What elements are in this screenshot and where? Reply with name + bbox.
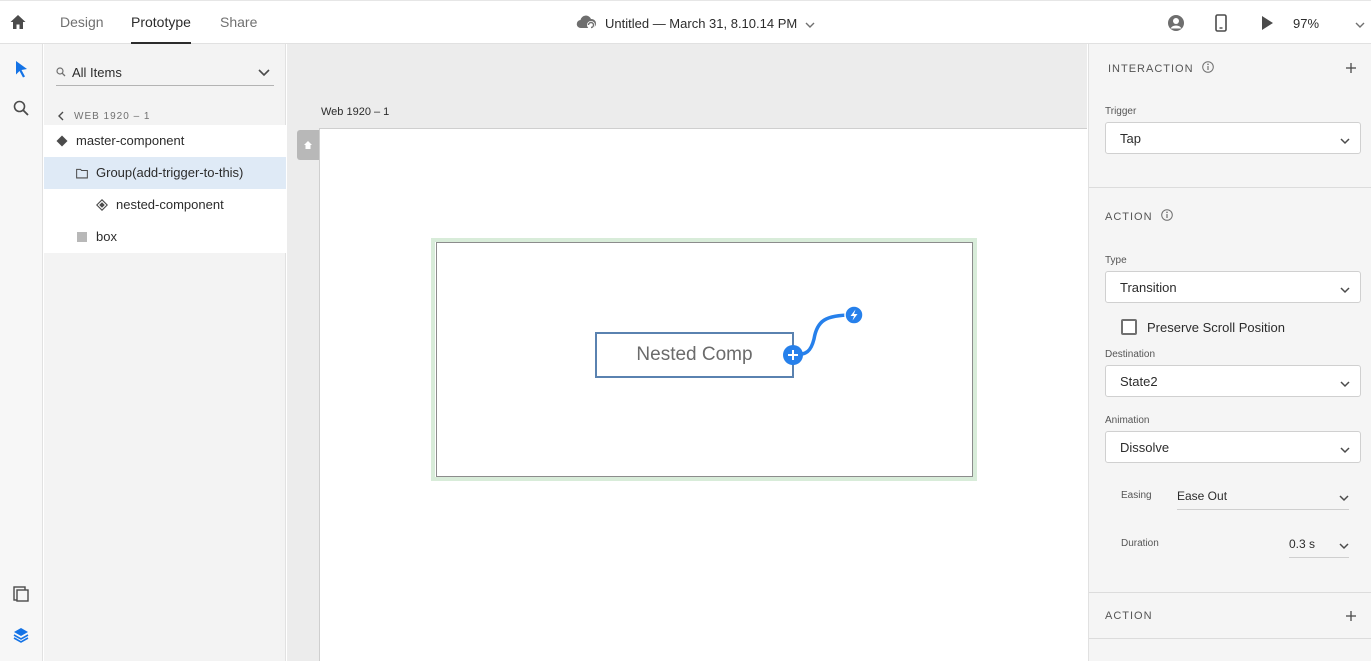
- layer-item-master-component[interactable]: master-component: [44, 125, 286, 157]
- checkbox[interactable]: [1121, 319, 1137, 335]
- device-preview-icon[interactable]: [1212, 13, 1230, 33]
- trigger-dropdown[interactable]: Tap: [1105, 122, 1361, 154]
- preserve-scroll-label: Preserve Scroll Position: [1147, 319, 1285, 335]
- document-title[interactable]: Untitled — March 31, 8.10.14 PM: [576, 13, 815, 33]
- section-title-text: ACTION: [1105, 610, 1153, 622]
- easing-value: Ease Out: [1177, 488, 1228, 503]
- layers-icon[interactable]: [11, 625, 31, 645]
- action2-section-title: ACTION: [1105, 610, 1153, 622]
- nested-component-text: Nested Comp: [636, 344, 753, 365]
- destination-value: State2: [1120, 373, 1158, 389]
- duration-dropdown[interactable]: 0.3 s: [1289, 530, 1349, 558]
- trigger-label: Trigger: [1105, 106, 1137, 117]
- zoom-select[interactable]: 97%: [1293, 13, 1365, 33]
- divider: [1089, 187, 1371, 188]
- home-icon[interactable]: [8, 12, 28, 32]
- layers-panel: All Items WEB 1920 – 1 master-component …: [44, 44, 286, 661]
- layer-item-box[interactable]: box: [44, 221, 286, 253]
- cloud-sync-icon: [576, 14, 597, 33]
- left-toolbar: [0, 44, 43, 661]
- search-icon[interactable]: [11, 98, 31, 118]
- nested-component-instance[interactable]: Nested Comp: [595, 332, 794, 378]
- chevron-down-icon: [1340, 133, 1350, 148]
- play-icon[interactable]: [1258, 13, 1276, 33]
- rectangle-icon: [76, 231, 88, 243]
- animation-value: Dissolve: [1120, 439, 1170, 455]
- search-icon: [56, 65, 66, 80]
- trigger-bolt-icon[interactable]: [844, 305, 864, 325]
- chevron-down-icon: [1340, 282, 1350, 297]
- user-preview-icon[interactable]: [1166, 13, 1186, 33]
- info-icon[interactable]: [1160, 209, 1173, 224]
- tab-design[interactable]: Design: [60, 1, 104, 44]
- tab-share[interactable]: Share: [220, 1, 257, 44]
- easing-label: Easing: [1121, 490, 1152, 501]
- properties-panel: INTERACTION Trigger Tap ACTION Type Tran…: [1088, 44, 1371, 661]
- layer-label: Group(add-trigger-to-this): [96, 165, 244, 180]
- home-artboard-flag[interactable]: [297, 130, 319, 160]
- trigger-value: Tap: [1120, 130, 1141, 146]
- type-label: Type: [1105, 255, 1127, 266]
- chevron-down-icon: [1339, 491, 1349, 505]
- chevron-down-icon: [1340, 376, 1350, 391]
- divider: [1089, 638, 1371, 639]
- section-title-text: INTERACTION: [1108, 62, 1194, 75]
- type-value: Transition: [1120, 279, 1177, 295]
- layer-list: master-component Group(add-trigger-to-th…: [44, 125, 286, 253]
- breadcrumb[interactable]: WEB 1920 – 1: [58, 108, 150, 124]
- layer-item-group[interactable]: Group(add-trigger-to-this): [44, 157, 286, 189]
- duration-value: 0.3 s: [1289, 536, 1316, 551]
- type-dropdown[interactable]: Transition: [1105, 271, 1361, 303]
- animation-dropdown[interactable]: Dissolve: [1105, 431, 1361, 463]
- assets-icon[interactable]: [11, 584, 31, 604]
- divider: [1089, 592, 1371, 593]
- layer-label: master-component: [76, 133, 185, 148]
- section-title-text: ACTION: [1105, 210, 1153, 223]
- add-action-icon[interactable]: [1345, 610, 1357, 622]
- tab-prototype[interactable]: Prototype: [131, 1, 191, 44]
- layer-label: box: [96, 229, 117, 244]
- action-section-title: ACTION: [1105, 209, 1173, 224]
- chevron-down-icon: [1355, 16, 1365, 31]
- folder-icon: [76, 167, 88, 179]
- chevron-down-icon: [805, 16, 815, 31]
- top-bar: Design Prototype Share Untitled — March …: [0, 0, 1371, 44]
- preserve-scroll-checkbox[interactable]: Preserve Scroll Position: [1121, 319, 1285, 335]
- interaction-section-title: INTERACTION: [1108, 61, 1214, 76]
- destination-dropdown[interactable]: State2: [1105, 365, 1361, 397]
- chevron-down-icon: [1340, 442, 1350, 457]
- breadcrumb-text: WEB 1920 – 1: [74, 110, 151, 122]
- select-tool-icon[interactable]: [11, 59, 31, 79]
- duration-label: Duration: [1121, 538, 1159, 549]
- interaction-wire[interactable]: [777, 299, 867, 369]
- chevron-down-icon: [258, 65, 270, 80]
- duration-field: Duration 0.3 s: [1121, 530, 1349, 558]
- layer-filter-dropdown[interactable]: All Items: [56, 60, 274, 86]
- add-interaction-icon[interactable]: [1345, 62, 1357, 74]
- chevron-left-icon[interactable]: [58, 109, 64, 124]
- component-icon: [56, 135, 68, 147]
- easing-dropdown[interactable]: Ease Out: [1177, 482, 1349, 510]
- add-wire-handle-icon[interactable]: [783, 345, 803, 365]
- zoom-value: 97%: [1293, 15, 1320, 31]
- artboard-label[interactable]: Web 1920 – 1: [321, 106, 389, 118]
- layer-item-nested-component[interactable]: nested-component: [44, 189, 286, 221]
- info-icon[interactable]: [1201, 61, 1214, 76]
- chevron-down-icon: [1339, 539, 1349, 553]
- canvas[interactable]: Web 1920 – 1 Nested Comp: [287, 44, 1087, 661]
- document-title-text: Untitled — March 31, 8.10.14 PM: [605, 15, 798, 31]
- destination-label: Destination: [1105, 349, 1156, 360]
- animation-label: Animation: [1105, 415, 1150, 426]
- component-icon: [96, 199, 108, 211]
- layer-filter-label: All Items: [72, 65, 122, 80]
- easing-field: Easing Ease Out: [1121, 482, 1349, 510]
- layer-label: nested-component: [116, 197, 224, 212]
